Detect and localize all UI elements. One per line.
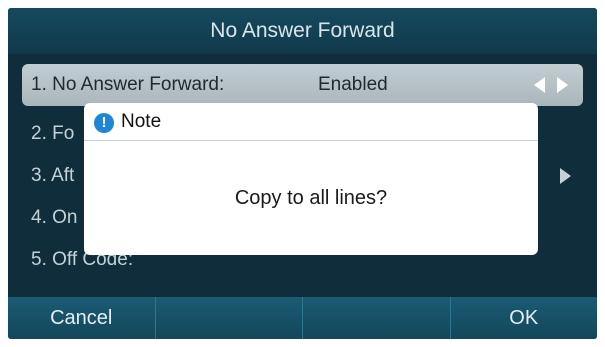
dialog-title: Note [121, 111, 162, 132]
right-arrow-icon[interactable] [560, 168, 571, 184]
row-label: 4. On [31, 207, 78, 228]
left-arrow-icon[interactable] [534, 77, 545, 93]
dialog-header: ! Note [84, 103, 538, 141]
row-label: 3. Aft [31, 165, 75, 186]
row-label: 1. No Answer Forward: [31, 74, 225, 95]
cancel-softkey[interactable]: Cancel [8, 297, 156, 339]
menu-row-no-answer-forward[interactable]: 1. No Answer Forward: Enabled [22, 64, 583, 106]
note-dialog: ! Note Copy to all lines? [84, 103, 538, 255]
right-arrow-icon[interactable] [557, 77, 568, 93]
softkey-bar: Cancel OK [8, 297, 597, 339]
ok-softkey[interactable]: OK [451, 297, 598, 339]
screen-title: No Answer Forward [8, 8, 597, 54]
row-value: Enabled [318, 74, 388, 95]
dialog-message: Copy to all lines? [234, 187, 388, 209]
softkey-3[interactable] [303, 297, 451, 339]
row-label: 2. Fo [31, 123, 75, 144]
softkey-2[interactable] [156, 297, 303, 339]
info-icon: ! [94, 113, 114, 133]
